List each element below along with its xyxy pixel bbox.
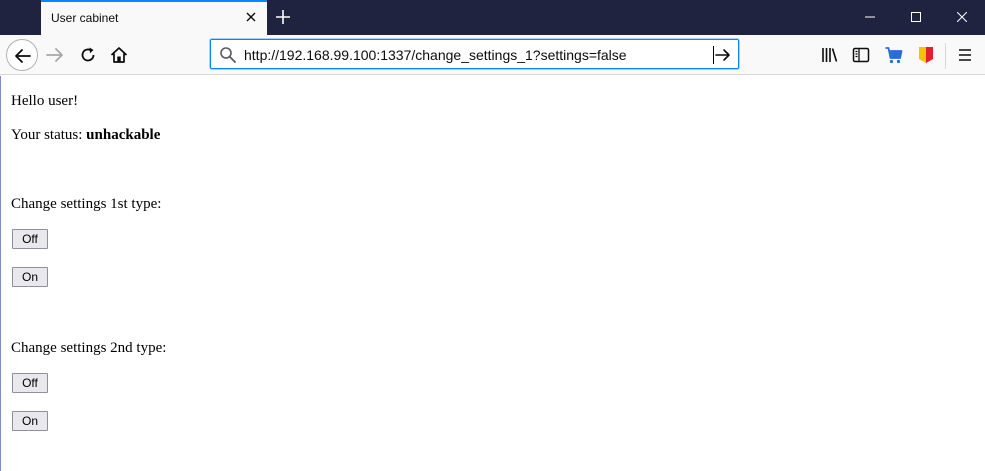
library-icon[interactable] bbox=[820, 45, 840, 65]
flag-icon[interactable] bbox=[916, 45, 936, 65]
close-tab-icon[interactable] bbox=[243, 9, 259, 25]
tab-title: User cabinet bbox=[51, 11, 119, 25]
address-bar[interactable] bbox=[210, 39, 739, 69]
sidebar-icon[interactable] bbox=[851, 45, 871, 65]
minimize-window-button[interactable] bbox=[847, 0, 893, 35]
reload-icon[interactable] bbox=[78, 45, 98, 65]
section2-heading: Change settings 2nd type: bbox=[11, 340, 167, 356]
settings2-on-button[interactable]: On bbox=[12, 411, 48, 431]
section1-heading: Change settings 1st type: bbox=[11, 196, 162, 212]
settings2-off-button[interactable]: Off bbox=[12, 373, 48, 393]
new-tab-icon[interactable] bbox=[273, 7, 293, 27]
status-value: unhackable bbox=[86, 127, 161, 143]
page-content: Hello user! Your status: unhackable Chan… bbox=[0, 76, 985, 471]
toolbar-divider bbox=[945, 43, 946, 69]
settings1-off-button[interactable]: Off bbox=[12, 229, 48, 249]
status-label: Your status: bbox=[11, 127, 87, 143]
back-arrow-icon bbox=[15, 49, 31, 63]
navigation-toolbar bbox=[0, 35, 985, 75]
close-window-button[interactable] bbox=[939, 0, 985, 35]
browser-titlebar: User cabinet bbox=[0, 0, 985, 35]
home-icon[interactable] bbox=[109, 45, 129, 65]
maximize-window-button[interactable] bbox=[893, 0, 939, 35]
back-button[interactable] bbox=[6, 39, 38, 71]
cart-icon[interactable] bbox=[884, 45, 904, 65]
settings1-on-button[interactable]: On bbox=[12, 267, 48, 287]
forward-arrow-icon[interactable] bbox=[45, 45, 65, 65]
search-icon bbox=[219, 46, 237, 64]
greeting-text: Hello user! bbox=[11, 93, 79, 109]
url-input[interactable] bbox=[244, 46, 714, 64]
browser-tab[interactable]: User cabinet bbox=[41, 0, 267, 35]
go-arrow-icon[interactable] bbox=[714, 46, 732, 64]
hamburger-menu-icon[interactable] bbox=[955, 45, 975, 65]
status-line: Your status: unhackable bbox=[11, 127, 160, 144]
